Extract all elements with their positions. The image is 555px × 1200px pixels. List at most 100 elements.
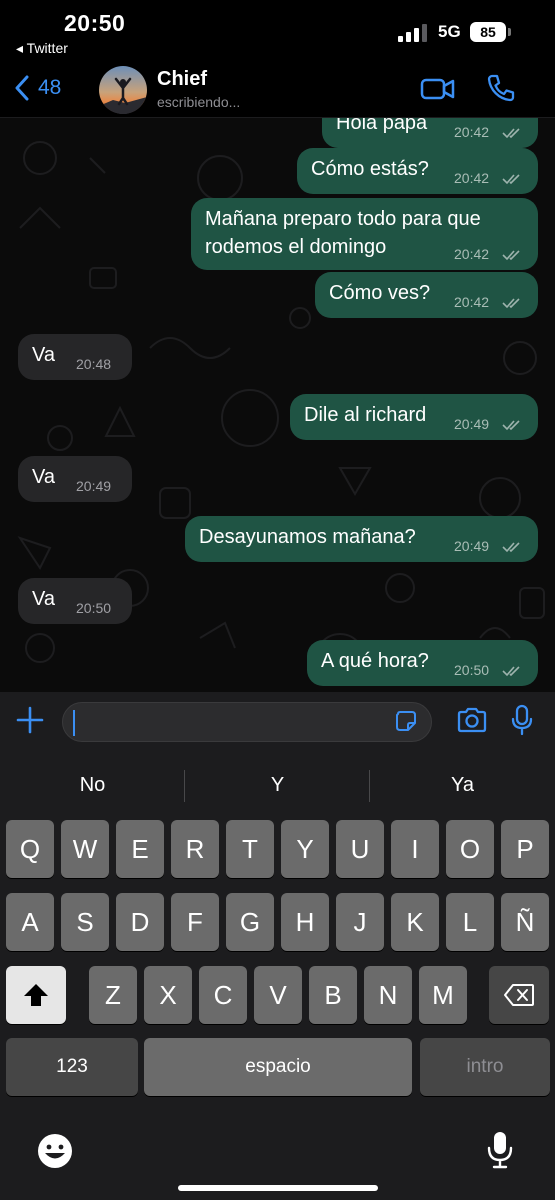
suggestion-item[interactable]: No <box>0 752 185 818</box>
message-time: 20:49 <box>76 478 112 494</box>
sticker-icon[interactable] <box>394 709 418 733</box>
keyboard: No Y Ya Q W E R T Y U I O P A S D F G H … <box>0 752 555 1200</box>
key-v[interactable]: V <box>254 966 302 1024</box>
space-key[interactable]: espacio <box>144 1038 412 1096</box>
network-type: 5G <box>438 22 461 41</box>
key-a[interactable]: A <box>6 893 54 951</box>
key-k[interactable]: K <box>391 893 439 951</box>
shift-key[interactable] <box>6 966 66 1024</box>
key-z[interactable]: Z <box>89 966 137 1024</box>
key-y[interactable]: Y <box>281 820 329 878</box>
emoji-icon[interactable] <box>36 1132 74 1170</box>
message-bubble-incoming[interactable]: Va 20:49 <box>18 456 132 502</box>
message-bubble-outgoing[interactable]: Hola papa 20:42 <box>322 118 538 148</box>
double-check-icon <box>502 128 520 139</box>
mic-icon[interactable] <box>510 704 534 736</box>
key-d[interactable]: D <box>116 893 164 951</box>
key-o[interactable]: O <box>446 820 494 878</box>
backspace-key[interactable] <box>489 966 549 1024</box>
message-bubble-outgoing[interactable]: Mañana preparo todo para que rodemos el … <box>191 198 538 270</box>
text-caret <box>73 710 75 736</box>
double-check-icon <box>502 420 520 431</box>
back-to-app-link[interactable]: ◂ Twitter <box>16 40 68 57</box>
suggestion-item[interactable]: Ya <box>370 752 555 818</box>
message-time: 20:50 <box>454 662 490 678</box>
numbers-key[interactable]: 123 <box>6 1038 138 1096</box>
key-x[interactable]: X <box>144 966 192 1024</box>
message-text: Hola papa <box>336 118 428 134</box>
backspace-icon <box>504 984 534 1006</box>
key-q[interactable]: Q <box>6 820 54 878</box>
status-bar: 20:50 ◂ Twitter 5G 85 <box>0 0 555 60</box>
double-check-icon <box>502 298 520 309</box>
key-c[interactable]: C <box>199 966 247 1024</box>
battery-indicator: 85 <box>470 22 506 42</box>
message-bubble-outgoing[interactable]: Dile al richard 20:49 <box>290 394 538 440</box>
return-key[interactable]: intro <box>420 1038 550 1096</box>
chat-area[interactable]: Hola papa 20:42 Cómo estás? 20:42 Mañana… <box>0 118 555 692</box>
key-m[interactable]: M <box>419 966 467 1024</box>
typing-status: escribiendo... <box>157 94 241 110</box>
video-icon[interactable] <box>420 74 456 104</box>
message-text: Desayunamos mañana? <box>199 526 416 548</box>
avatar-image <box>99 66 147 114</box>
message-input-bar <box>0 692 555 752</box>
suggestion-item[interactable]: Y <box>185 752 370 818</box>
key-g[interactable]: G <box>226 893 274 951</box>
key-b[interactable]: B <box>309 966 357 1024</box>
double-check-icon <box>502 250 520 261</box>
message-time: 20:49 <box>454 416 490 432</box>
message-bubble-outgoing[interactable]: A qué hora? 20:50 <box>307 640 538 686</box>
key-u[interactable]: U <box>336 820 384 878</box>
message-bubble-outgoing[interactable]: Cómo estás? 20:42 <box>297 148 538 194</box>
phone-icon[interactable] <box>485 72 517 104</box>
back-button[interactable]: 48 <box>14 68 61 108</box>
message-bubble-outgoing[interactable]: Desayunamos mañana? 20:49 <box>185 516 538 562</box>
message-text: Va <box>32 344 55 366</box>
message-bubble-incoming[interactable]: Va 20:50 <box>18 578 132 624</box>
message-input[interactable] <box>62 702 432 742</box>
contact-name[interactable]: Chief <box>157 68 207 91</box>
avatar[interactable] <box>99 66 147 114</box>
key-f[interactable]: F <box>171 893 219 951</box>
message-text: Cómo ves? <box>329 282 431 304</box>
message-time: 20:48 <box>76 356 112 372</box>
home-indicator[interactable] <box>178 1185 378 1191</box>
shift-icon <box>24 984 48 1006</box>
message-time: 20:42 <box>454 294 490 310</box>
key-n[interactable]: N <box>364 966 412 1024</box>
message-text-line-2: rodemos el domingo <box>205 236 387 258</box>
message-bubble-outgoing[interactable]: Cómo ves? 20:42 <box>315 272 538 318</box>
key-s[interactable]: S <box>61 893 109 951</box>
message-time: 20:42 <box>454 246 490 262</box>
dictation-icon[interactable] <box>486 1130 514 1170</box>
message-time: 20:42 <box>454 124 490 140</box>
key-l[interactable]: L <box>446 893 494 951</box>
key-e[interactable]: E <box>116 820 164 878</box>
key-j[interactable]: J <box>336 893 384 951</box>
message-time: 20:42 <box>454 170 490 186</box>
camera-icon[interactable] <box>456 706 488 734</box>
message-text: A qué hora? <box>321 650 429 672</box>
key-h[interactable]: H <box>281 893 329 951</box>
key-t[interactable]: T <box>226 820 274 878</box>
message-time: 20:50 <box>76 600 112 616</box>
key-w[interactable]: W <box>61 820 109 878</box>
key-i[interactable]: I <box>391 820 439 878</box>
suggestion-bar: No Y Ya <box>0 752 555 818</box>
key-r[interactable]: R <box>171 820 219 878</box>
message-text: Cómo estás? <box>311 158 429 180</box>
plus-icon[interactable] <box>14 704 46 736</box>
message-text-line-1: Mañana preparo todo para que <box>205 208 481 230</box>
signal-icon <box>398 24 427 42</box>
message-text: Va <box>32 466 55 488</box>
key-enye[interactable]: Ñ <box>501 893 549 951</box>
message-time: 20:49 <box>454 538 490 554</box>
message-bubble-incoming[interactable]: Va 20:48 <box>18 334 132 380</box>
status-time: 20:50 <box>64 10 126 36</box>
message-text: Dile al richard <box>304 404 427 426</box>
double-check-icon <box>502 542 520 553</box>
key-p[interactable]: P <box>501 820 549 878</box>
chat-header: 48 Chief escribiendo... <box>0 60 555 118</box>
unread-count: 48 <box>38 76 62 99</box>
